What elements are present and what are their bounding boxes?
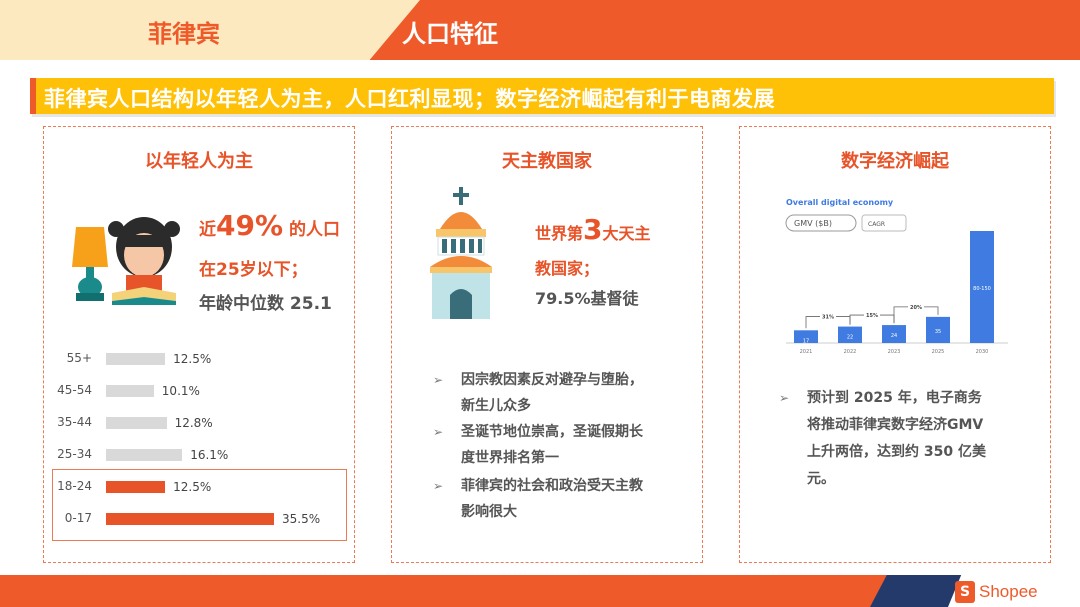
headline-banner: 菲律宾人口结构以年轻人为主，人口红利显现；数字经济崛起有利于电商发展 [30, 78, 1054, 114]
age-bar [106, 481, 166, 493]
age-bar [106, 513, 274, 525]
stat-catholic-country: 教国家； [535, 259, 600, 278]
bullet-religion-births: ➢ 因宗教因素反对避孕与堕胎， 新生儿众多 [433, 367, 643, 419]
stat-suffix: 的人口 [283, 220, 340, 240]
year-tick-label: 2022 [844, 349, 857, 355]
bullet-gmv-forecast: ➢ 预计到 2025 年，电子商务 将推动菲律宾数字经济GMV 上升两倍，达到约… [779, 385, 986, 493]
stat-prefix: 近 [199, 220, 216, 240]
year-tick-label: 2030 [976, 349, 989, 355]
age-bar [106, 353, 166, 365]
year-tick-label: 2021 [800, 349, 813, 355]
arrow-bullet-icon: ➢ [433, 373, 444, 387]
card-digital-economy: 数字经济崛起 Overall digital economy GMV ($B) … [739, 126, 1051, 563]
book-icon [112, 287, 176, 305]
gmv-bar-value: 24 [891, 333, 897, 339]
bullet-christmas: ➢ 圣诞节地位崇高，圣诞假期长 度世界排名第一 [433, 419, 643, 471]
age-tick-label: 25-34 [57, 447, 92, 461]
gmv-bar-value: 17 [803, 338, 809, 344]
country-label: 菲律宾 [148, 20, 220, 48]
stat-christian-share: 79.5%基督徒 [535, 289, 639, 308]
card-young-population: 以年轻人为主 近49% 的人口 在25岁以下； 年龄中位数 25.1 55+ 12… [43, 126, 355, 563]
stat-youth-share: 近49% 的人口 [199, 209, 340, 242]
age-bar-value: 12.8% [174, 416, 213, 430]
year-tick-label: 2023 [888, 349, 901, 355]
headline-text: 菲律宾人口结构以年轻人为主，人口红利显现；数字经济崛起有利于电商发展 [44, 87, 775, 111]
age-tick-label: 0-17 [64, 511, 92, 525]
stat-prefix: 世界第 [535, 224, 584, 243]
year-tick-label: 2025 [932, 349, 945, 355]
growth-label: 31% [822, 315, 834, 321]
lamp-icon [72, 227, 108, 301]
gmv-pill-label: GMV ($B) [794, 219, 832, 228]
girl-reading-illustration [72, 217, 180, 305]
age-bar [106, 385, 154, 397]
stat-number: 3 [583, 213, 603, 246]
country-banner: 菲律宾 [0, 0, 420, 60]
gmv-bar-value: 80-150 [973, 286, 991, 292]
age-bar-value: 10.1% [161, 384, 200, 398]
age-bar-value: 12.5% [173, 480, 212, 494]
card2-title: 天主教国家 [502, 151, 592, 172]
age-bar-value: 35.5% [282, 512, 321, 526]
card1-title: 以年轻人为主 [145, 151, 253, 172]
growth-label: 15% [866, 313, 878, 319]
shopee-bag-icon: S [955, 581, 975, 603]
growth-label: 20% [910, 305, 922, 311]
digital-economy-chart: Overall digital economy GMV ($B) CAGR 17… [785, 198, 1008, 355]
stat-median-age: 年龄中位数 25.1 [199, 294, 332, 314]
arrow-bullet-icon: ➢ [433, 425, 444, 439]
stat-number: 49% [216, 209, 284, 242]
arrow-bullet-icon: ➢ [433, 479, 444, 493]
chart-title: Overall digital economy [786, 198, 894, 207]
age-bar [106, 449, 183, 461]
card3-title: 数字经济崛起 [841, 151, 949, 172]
cagr-pill-label: CAGR [868, 221, 885, 228]
age-tick-label: 55+ [66, 351, 92, 365]
card-catholic-country: 天主教国家 世界第3大天主 教国家； 79.5%基督徒 ➢ 因宗教因素反对避孕与… [391, 126, 703, 563]
shopee-logo-text: Shopee [979, 582, 1038, 601]
stat-under-25: 在25岁以下； [199, 260, 308, 280]
gmv-bar-value: 22 [847, 335, 853, 341]
age-tick-label: 35-44 [57, 415, 92, 429]
age-tick-label: 45-54 [57, 383, 92, 397]
age-bar-value: 12.5% [173, 352, 212, 366]
stat-catholic-rank: 世界第3大天主 [535, 213, 651, 246]
gmv-bar-value: 35 [935, 329, 941, 335]
bullet-politics: ➢ 菲律宾的社会和政治受天主教 影响很大 [433, 473, 643, 525]
age-bar [106, 417, 167, 429]
page-title: 人口特征 [402, 20, 498, 48]
stat-suffix: 大天主 [602, 224, 651, 243]
age-tick-label: 18-24 [57, 479, 92, 493]
church-icon [430, 187, 492, 319]
top-banner: 菲律宾 人口特征 [0, 0, 1080, 60]
girl-icon [108, 217, 180, 295]
arrow-bullet-icon: ➢ [779, 391, 790, 405]
age-bar-value: 16.1% [190, 448, 229, 462]
